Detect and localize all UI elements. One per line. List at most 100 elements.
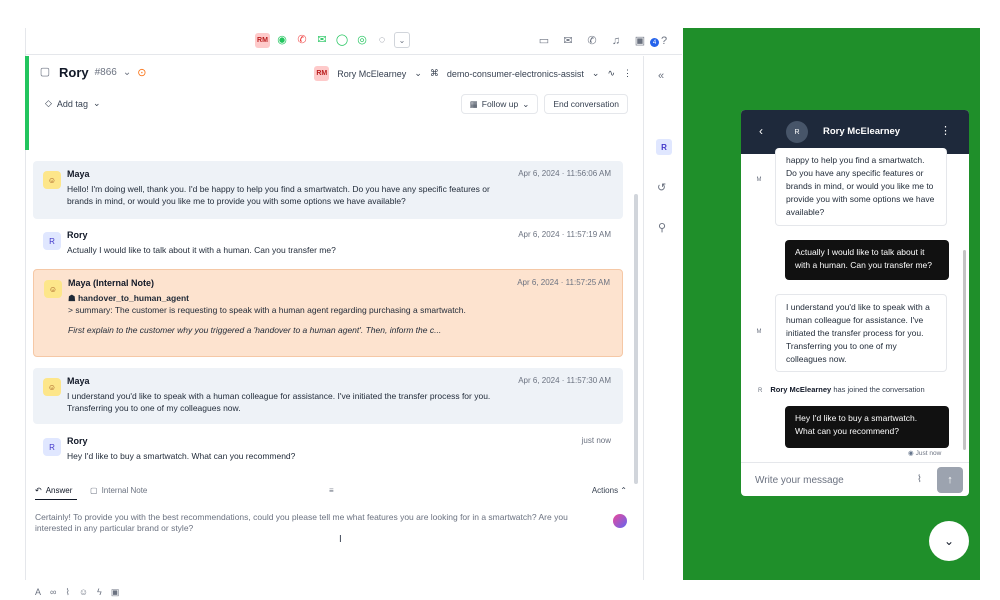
chevron-down-icon[interactable]: ⌄ (123, 67, 131, 78)
tab-answer[interactable]: ↶ Answer (35, 486, 72, 495)
message-time: Apr 6, 2024 · 11:57:19 AM (518, 230, 611, 239)
message-time: Apr 6, 2024 · 11:56:06 AM (518, 169, 611, 178)
assignee-name[interactable]: Rory McElearney (337, 69, 406, 79)
follow-up-button[interactable]: ▦ Follow up ⌄ (460, 94, 539, 114)
calendar-icon: ▦ (469, 98, 478, 109)
active-tab-indicator (35, 499, 77, 500)
message-text: I understand you'd like to speak with a … (67, 391, 491, 413)
conversation-header: ▢ Rory #866 ⌄ ⊙ (37, 64, 147, 80)
more-icon[interactable]: ⋮ (623, 68, 632, 79)
message-time: Apr 6, 2024 · 11:57:30 AM (518, 376, 611, 385)
chat-bubble-icon: ▢ (39, 65, 51, 78)
end-conversation-button[interactable]: End conversation (544, 94, 628, 114)
agent-workspace: RM ◉ ✆ ✉ ◯ ◎ ◌ ⌄ ▭ ✉ ✆ ♫ ▣ ? 4 ▢ Rory #8… (25, 28, 682, 597)
whatsapp-icon[interactable]: ◎ (354, 32, 370, 48)
phone-icon[interactable]: ✆ (584, 33, 600, 49)
widget-scrollbar[interactable] (963, 250, 966, 450)
priority-icon[interactable]: ⊙ (137, 66, 146, 79)
phone-icon[interactable]: ✆ (294, 32, 310, 48)
customer-avatar: R (43, 232, 61, 250)
user-message: Hey I'd like to buy a smartwatch. What c… (785, 406, 949, 448)
note-summary: > summary: The customer is requesting to… (68, 305, 466, 315)
message-author: Rory (67, 436, 88, 446)
right-sidebar: « R ↺ ⚲ (643, 56, 682, 580)
just-now-label: Just now (915, 449, 942, 457)
read-receipt-icon: ◉ (908, 450, 914, 457)
contact-tab[interactable]: R (656, 139, 672, 155)
chevron-down-icon[interactable]: ⌄ (414, 68, 422, 79)
actions-menu[interactable]: Actions ⌃ (592, 486, 627, 495)
reply-icon: ↶ (35, 486, 42, 495)
reply-textarea[interactable]: Certainly! To provide you with the best … (35, 512, 595, 534)
text-format-icon[interactable]: A (35, 587, 41, 598)
user-message: Actually I would like to talk about it w… (785, 240, 949, 280)
activity-icon[interactable]: ∿ (607, 68, 615, 79)
top-bar: RM ◉ ✆ ✉ ◯ ◎ ◌ ⌄ ▭ ✉ ✆ ♫ ▣ ? 4 (25, 28, 682, 55)
chevron-down-icon[interactable]: ⌄ (592, 68, 600, 79)
message-customer: R Rory just now Hey I'd like to buy a sm… (33, 428, 623, 472)
lightning-icon[interactable]: ϟ (97, 587, 102, 598)
bell-icon[interactable]: ♫ (608, 33, 624, 49)
globe-icon[interactable]: ◌ (374, 32, 390, 48)
send-button[interactable]: ↑ (937, 467, 963, 493)
note-icon: ▢ (90, 486, 98, 495)
note-instruction: First explain to the customer why you tr… (68, 325, 442, 335)
more-icon[interactable]: ⋮ (940, 124, 951, 137)
message-author: Maya (67, 169, 90, 179)
chevron-down-icon[interactable]: ⌄ (394, 32, 410, 48)
workspace-icon: ⌘ (429, 68, 439, 78)
tag-area[interactable]: ◇ Add tag ⌄ (45, 98, 101, 109)
location-pin-icon[interactable]: ⚲ (658, 221, 666, 234)
mail-icon[interactable]: ✉ (314, 32, 330, 48)
message-author: Maya (67, 376, 90, 386)
link-icon[interactable]: ∞ (50, 587, 56, 598)
chat-icon[interactable]: ◯ (334, 32, 350, 48)
message-customer: R Rory Apr 6, 2024 · 11:57:19 AM Actuall… (33, 222, 623, 266)
tool-name: handover_to_human_agent (77, 293, 189, 303)
template-icon[interactable]: ▣ (111, 587, 120, 598)
notification-badge: 4 (650, 38, 659, 47)
attach-icon[interactable]: ⌇ (917, 474, 922, 485)
history-icon[interactable]: ↺ (657, 181, 666, 194)
message-author: Rory (67, 230, 88, 240)
resize-handle-icon[interactable]: ≡ (329, 486, 334, 495)
follow-up-label: Follow up (481, 99, 519, 109)
collapse-icon[interactable]: « (658, 70, 664, 82)
joined-text: has joined the conversation (833, 385, 925, 394)
handover-icon: ☗ (68, 293, 78, 303)
joined-name: Rory McElearney (770, 385, 832, 394)
back-icon[interactable]: ‹ (759, 124, 763, 138)
chevron-down-icon[interactable]: ⌄ (93, 98, 101, 109)
chevron-up-icon: ⌃ (620, 486, 627, 495)
message-bot: ☺ Maya Apr 6, 2024 · 11:56:06 AM Hello! … (33, 161, 623, 219)
tab-internal-note[interactable]: ▢ Internal Note (90, 486, 147, 495)
attach-icon[interactable]: ⌇ (65, 587, 69, 598)
status-green-icon[interactable]: ◉ (274, 32, 290, 48)
joined-avatar: R (758, 388, 763, 394)
message-input[interactable]: Write your message (755, 475, 844, 486)
message-bot: ☺ Maya Apr 6, 2024 · 11:57:30 AM I under… (33, 368, 623, 424)
maya-avatar: ☺ (43, 171, 61, 189)
bot-message: happy to help you find a smartwatch. Do … (775, 148, 947, 226)
ai-assist-icon[interactable] (613, 514, 627, 528)
widget-composer: Write your message ⌇ ↑ (741, 462, 969, 496)
widget-toggle-button[interactable]: ⌄ (929, 521, 969, 561)
mail-icon[interactable]: ✉ (560, 33, 576, 49)
tool-call: ☗ handover_to_human_agent (68, 292, 538, 304)
emoji-icon[interactable]: ☺ (79, 587, 88, 598)
tray-icon[interactable]: ▣ (632, 33, 648, 49)
messages-scrollbar[interactable] (634, 194, 638, 484)
agent-name: Rory McElearney (823, 126, 901, 137)
inbox-icon[interactable]: ▭ (536, 33, 552, 49)
customer-avatar: R (43, 438, 61, 456)
add-tag-label[interactable]: Add tag (57, 99, 88, 109)
workspace-name[interactable]: demo-consumer-electronics-assist (447, 69, 584, 79)
chat-widget: ‹ R Rory McElearney ⋮ happy to help you … (741, 110, 969, 496)
message-text: Hey I'd like to buy a smartwatch. What c… (67, 451, 296, 461)
message-time: Apr 6, 2024 · 11:57:25 AM (517, 278, 610, 287)
composer-toolbar: A ∞ ⌇ ☺ ϟ ▣ (35, 587, 119, 598)
agent-avatar[interactable]: RM (255, 32, 270, 48)
tab-answer-label: Answer (45, 486, 73, 495)
status-accent-bar (25, 56, 29, 150)
joined-notice: R Rory McElearney has joined the conversa… (758, 385, 925, 394)
